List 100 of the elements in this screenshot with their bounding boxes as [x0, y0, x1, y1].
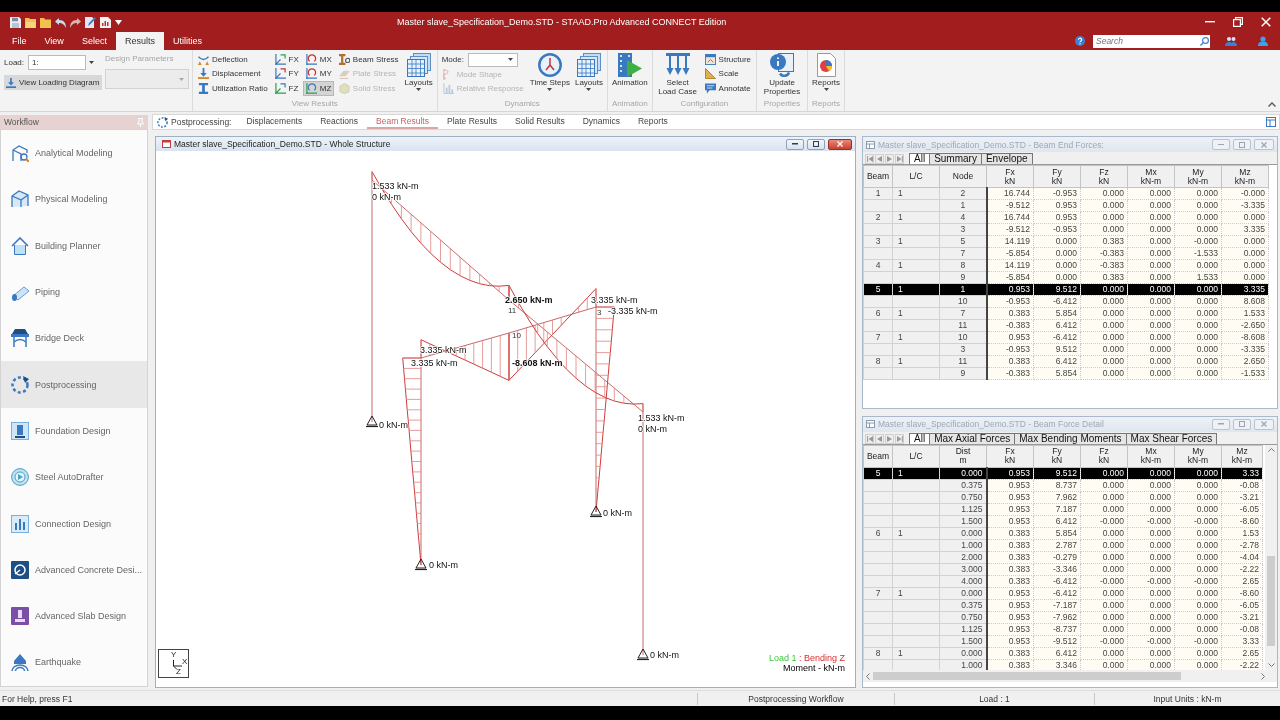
- table-row[interactable]: 1.500 0.953 -9.512 -0.000 -0.000 -0.000 3.33: [863, 635, 1263, 647]
- ribbon-button[interactable]: FZ: [271, 81, 302, 96]
- page-nav-button[interactable]: [875, 154, 884, 164]
- undo-icon[interactable]: [55, 16, 66, 28]
- workflow-item[interactable]: Physical Modeling: [1, 176, 147, 223]
- table-row[interactable]: 1 1 2 16.744 -0.953 0.000 0.000 0.000 -0.000: [863, 187, 1269, 200]
- sheet-tab[interactable]: Envelope: [980, 153, 1033, 164]
- horizontal-scrollbar[interactable]: [863, 670, 1277, 682]
- workflow-item[interactable]: Foundation Design: [1, 407, 147, 455]
- table-row[interactable]: 0.750 0.953 7.962 0.000 0.000 0.000 -3.21: [863, 491, 1263, 503]
- page-nav-button[interactable]: [895, 154, 904, 164]
- table-row[interactable]: 5 1 0.000 0.953 9.512 0.000 0.000 0.000 3.33: [863, 467, 1263, 479]
- scroll-thumb[interactable]: [873, 672, 1181, 680]
- table-row[interactable]: 1.125 0.953 7.187 0.000 0.000 0.000 -6.05: [863, 503, 1263, 515]
- search-button[interactable]: [1198, 34, 1210, 48]
- ribbon-button[interactable]: FY: [271, 66, 302, 81]
- table-row[interactable]: 1.000 0.383 2.787 0.000 0.000 0.000 -2.78: [863, 539, 1263, 551]
- page-nav-button[interactable]: [865, 154, 874, 164]
- ribbon-button[interactable]: Time Steps: [527, 52, 572, 99]
- table-row[interactable]: 4 1 8 14.119 0.000 -0.383 0.000 0.000 0.000: [863, 259, 1269, 272]
- search-field[interactable]: Search: [1093, 34, 1198, 48]
- table-row[interactable]: 3 -0.953 9.512 0.000 0.000 0.000 -3.335: [863, 343, 1269, 356]
- page-tab[interactable]: Plate Results: [437, 115, 507, 129]
- table-row[interactable]: 10 -0.953 -6.412 0.000 0.000 0.000 8.608: [863, 295, 1269, 308]
- workflow-item[interactable]: Connection Design: [1, 500, 147, 547]
- table-row[interactable]: 6 1 7 0.383 5.854 0.000 0.000 0.000 1.533: [863, 307, 1269, 320]
- page-tab[interactable]: Beam Results: [367, 115, 438, 129]
- ribbon-button[interactable]: MX: [302, 52, 335, 67]
- panel-layout-icon[interactable]: [1266, 117, 1276, 127]
- people-icon[interactable]: [1225, 36, 1237, 46]
- table-row[interactable]: 0.375 0.953 8.737 0.000 0.000 0.000 -0.08: [863, 479, 1263, 491]
- restore-button[interactable]: [807, 138, 825, 150]
- workflow-item[interactable]: Postprocessing: [1, 361, 147, 408]
- table-row[interactable]: 4.000 0.383 -6.412 -0.000 -0.000 -0.000 2.65: [863, 575, 1263, 587]
- ribbon-button[interactable]: Annotate: [701, 81, 754, 96]
- table-row[interactable]: 9 -0.383 5.854 0.000 0.000 0.000 -1.533: [863, 367, 1269, 380]
- scroll-thumb[interactable]: [1267, 555, 1275, 646]
- table-row[interactable]: 3 1 5 14.119 0.000 0.383 0.000 -0.000 0.000: [863, 235, 1269, 248]
- table-row[interactable]: 7 1 0.000 0.953 -6.412 0.000 0.000 0.000 -8.60: [863, 587, 1263, 599]
- sheet-tab[interactable]: Max Axial Forces: [929, 432, 1016, 444]
- table-row[interactable]: 9 -5.854 0.000 0.383 0.000 1.533 0.000: [863, 271, 1269, 284]
- page-tab[interactable]: Reactions: [311, 115, 368, 129]
- close-button[interactable]: [828, 138, 852, 150]
- ribbon-button[interactable]: Update Properties: [759, 52, 806, 99]
- menu-tab[interactable]: Select: [72, 32, 116, 50]
- caret-down-icon[interactable]: [115, 19, 122, 25]
- workflow-item[interactable]: Earthquake: [1, 639, 147, 686]
- ribbon-button[interactable]: Layouts: [402, 52, 435, 99]
- menu-tab[interactable]: Utilities: [163, 32, 211, 50]
- table-row[interactable]: 8 1 0.000 0.383 6.412 0.000 0.000 0.000 2.65: [863, 647, 1263, 659]
- chevron-up-icon[interactable]: [1268, 102, 1276, 107]
- table-row[interactable]: 7 1 10 0.953 -6.412 0.000 0.000 0.000 -8.608: [863, 331, 1269, 344]
- view-loading-diagram-button[interactable]: View Loading Diagram: [4, 75, 103, 90]
- workflow-item[interactable]: Bridge Deck: [1, 315, 147, 362]
- page-nav-button[interactable]: [875, 433, 884, 444]
- minimize-button[interactable]: [786, 138, 804, 150]
- ribbon-button[interactable]: Animation: [610, 52, 650, 99]
- table-row[interactable]: 6 1 0.000 0.383 5.854 0.000 0.000 0.000 1.53: [863, 527, 1263, 539]
- ribbon-button[interactable]: Deflection: [195, 52, 251, 67]
- page-nav-button[interactable]: [895, 433, 904, 444]
- table-row[interactable]: 8 1 11 0.383 6.412 0.000 0.000 0.000 2.650: [863, 355, 1269, 368]
- menu-tab[interactable]: Results: [115, 32, 164, 50]
- workflow-item[interactable]: Building Planner: [1, 222, 147, 269]
- table-row[interactable]: 3.000 0.383 -3.346 0.000 0.000 0.000 -2.22: [863, 563, 1263, 575]
- workflow-item[interactable]: Steel AutoDrafter: [1, 454, 147, 501]
- table-row[interactable]: 1.500 0.953 6.412 -0.000 -0.000 -0.000 -8.60: [863, 515, 1263, 527]
- table-row[interactable]: 1.125 0.953 -8.737 0.000 0.000 0.000 -0.08: [863, 623, 1263, 635]
- workflow-item[interactable]: Piping: [1, 268, 147, 316]
- mode-dropdown[interactable]: [467, 52, 518, 67]
- workflow-item[interactable]: Advanced Slab Design: [1, 592, 147, 640]
- page-nav-button[interactable]: [885, 154, 894, 164]
- sheet-tab[interactable]: Summary: [929, 153, 982, 164]
- table-row[interactable]: 11 -0.383 6.412 0.000 0.000 0.000 -2.650: [863, 319, 1269, 332]
- page-tab[interactable]: Reports: [629, 115, 677, 129]
- menu-tab[interactable]: View: [35, 32, 73, 50]
- folder-icon[interactable]: [25, 16, 36, 28]
- user-icon[interactable]: [1258, 36, 1268, 46]
- table-row[interactable]: 7 -5.854 0.000 -0.383 0.000 -1.533 0.000: [863, 247, 1269, 260]
- table-row[interactable]: 3 -9.512 -0.953 0.000 0.000 0.000 3.335: [863, 223, 1269, 236]
- help-icon[interactable]: [1075, 36, 1085, 46]
- page-nav-button[interactable]: [865, 433, 874, 444]
- page-tab[interactable]: Solid Results: [506, 115, 574, 129]
- sheet-tab[interactable]: Max Shear Forces: [1125, 432, 1218, 444]
- table-row[interactable]: 5 1 1 0.953 9.512 0.000 0.000 0.000 3.335: [863, 283, 1269, 296]
- table-row[interactable]: 0.375 0.953 -7.187 0.000 0.000 0.000 -6.05: [863, 599, 1263, 611]
- ribbon-button[interactable]: Structure: [701, 52, 755, 67]
- ribbon-button[interactable]: Reports: [810, 52, 843, 99]
- ribbon-button[interactable]: Utilization Ratio: [195, 81, 271, 96]
- ribbon-button[interactable]: FX: [271, 52, 302, 67]
- ribbon-button[interactable]: Displacement: [195, 66, 264, 81]
- page-tab[interactable]: Dynamics: [573, 115, 629, 129]
- ribbon-button[interactable]: Select Load Case: [654, 52, 701, 99]
- redo-icon[interactable]: [70, 16, 81, 28]
- table-row[interactable]: 2 1 4 16.744 0.953 0.000 0.000 0.000 0.000: [863, 211, 1269, 224]
- chart-document-icon[interactable]: [100, 16, 111, 28]
- workflow-item[interactable]: Advanced Concrete Desi...: [1, 546, 147, 593]
- ribbon-button[interactable]: MY: [302, 66, 335, 81]
- table-row[interactable]: 2.000 0.383 -0.279 0.000 0.000 0.000 -4.04: [863, 551, 1263, 563]
- ribbon-button[interactable]: Beam Stress: [335, 52, 402, 67]
- document-pencil-icon[interactable]: [85, 16, 96, 28]
